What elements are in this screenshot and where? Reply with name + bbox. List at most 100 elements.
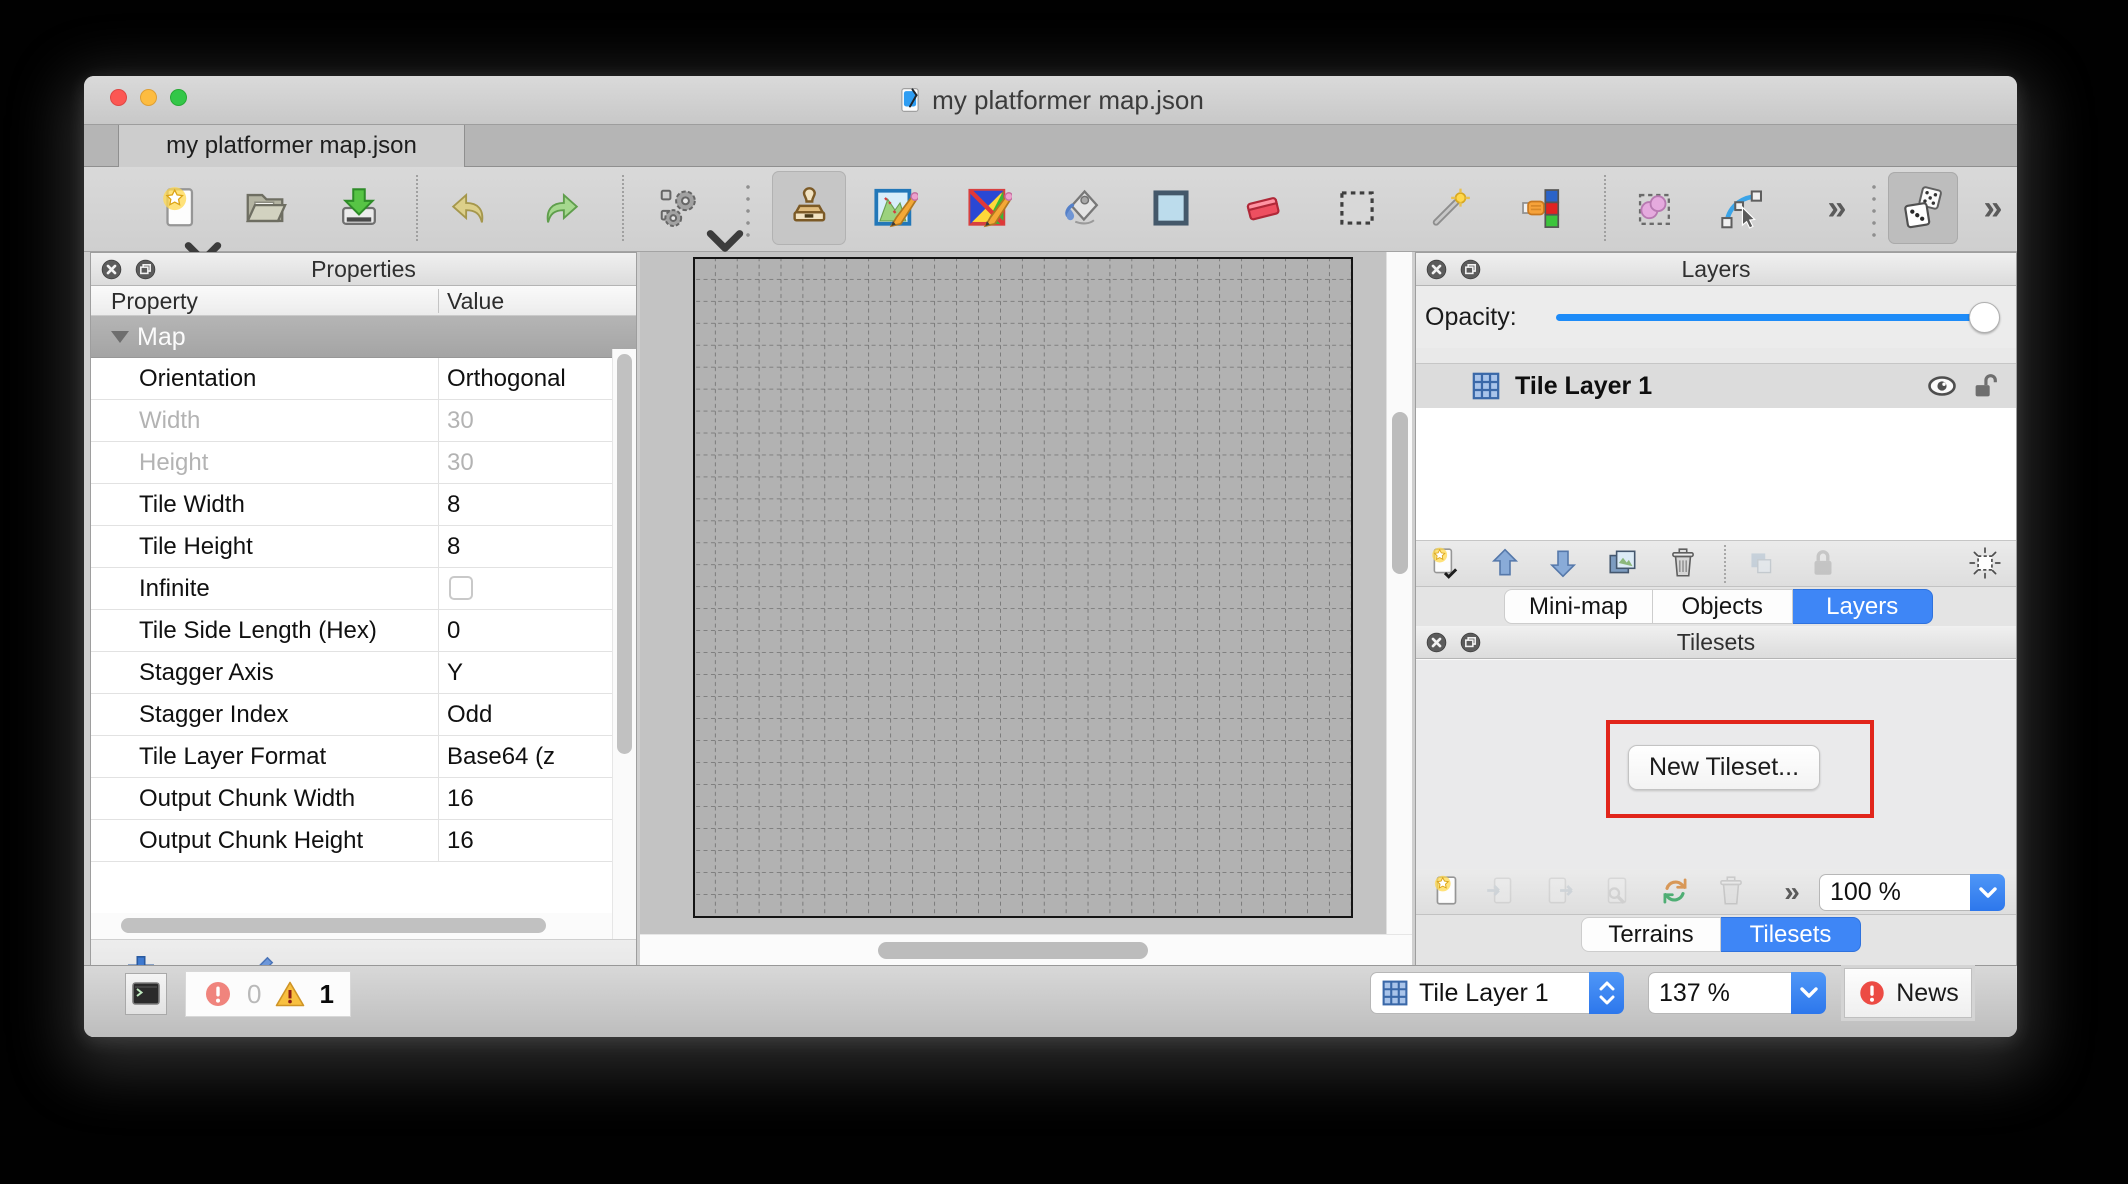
issues-indicator[interactable]: 0 1 bbox=[185, 971, 351, 1017]
redo-icon[interactable] bbox=[532, 179, 590, 237]
tab-layers[interactable]: Layers bbox=[1793, 589, 1933, 624]
delete-layer-icon[interactable] bbox=[1666, 546, 1706, 582]
property-value[interactable]: Base64 (z bbox=[447, 743, 607, 771]
property-row[interactable]: Tile Height8 bbox=[91, 526, 636, 568]
opacity-slider[interactable] bbox=[1556, 314, 1996, 321]
property-value[interactable]: Orthogonal bbox=[447, 365, 607, 393]
bucket-fill-icon[interactable] bbox=[1052, 179, 1110, 237]
layer-visible-icon[interactable] bbox=[1926, 370, 1958, 402]
property-group-row[interactable]: Map bbox=[91, 316, 636, 358]
chevron-down-icon[interactable] bbox=[1970, 874, 2005, 911]
edit-polygons-icon[interactable] bbox=[1712, 179, 1770, 237]
tab-tilesets[interactable]: Tilesets bbox=[1721, 917, 1861, 952]
toolbar-overflow-icon[interactable]: » bbox=[1962, 179, 2017, 237]
float-panel-icon[interactable] bbox=[1458, 630, 1483, 655]
reload-tileset-icon[interactable] bbox=[1658, 874, 1698, 910]
float-panel-icon[interactable] bbox=[133, 257, 158, 282]
chevron-down-icon[interactable] bbox=[1791, 972, 1826, 1014]
property-value[interactable]: Y bbox=[447, 659, 607, 687]
opacity-slider-knob[interactable] bbox=[1969, 302, 2000, 333]
property-row[interactable]: Stagger Axis Y bbox=[91, 652, 636, 694]
property-value[interactable]: 16 bbox=[447, 827, 607, 855]
property-row[interactable]: OrientationOrthogonal bbox=[91, 358, 636, 400]
properties-vertical-scrollbar[interactable] bbox=[612, 349, 636, 1037]
new-layer-icon[interactable] bbox=[1428, 546, 1468, 582]
map-vertical-scrollbar[interactable] bbox=[1386, 252, 1412, 934]
eraser-icon[interactable] bbox=[1234, 179, 1292, 237]
map-grid[interactable] bbox=[693, 257, 1353, 918]
property-value[interactable]: 8 bbox=[447, 491, 607, 519]
document-tab[interactable]: my platformer map.json bbox=[118, 125, 465, 167]
spinner-arrows-icon[interactable] bbox=[1589, 972, 1624, 1014]
property-row[interactable]: Infinite bbox=[91, 568, 636, 610]
tileset-zoom-value[interactable]: 100 % bbox=[1819, 874, 1970, 911]
map-zoom-value[interactable]: 137 % bbox=[1648, 972, 1791, 1014]
more-tools-icon[interactable]: » bbox=[1806, 179, 1864, 237]
map-view[interactable] bbox=[640, 252, 1412, 965]
select-objects-icon[interactable] bbox=[1624, 179, 1682, 237]
random-mode-icon[interactable] bbox=[1888, 172, 1958, 244]
news-button[interactable]: News bbox=[1844, 968, 1972, 1018]
undo-icon[interactable] bbox=[440, 179, 498, 237]
map-horizontal-scrollbar[interactable] bbox=[640, 934, 1412, 965]
collapse-triangle-icon[interactable] bbox=[111, 331, 129, 343]
lower-layer-icon[interactable] bbox=[1546, 546, 1586, 582]
terrain-brush-icon[interactable] bbox=[866, 179, 924, 237]
magic-wand-icon[interactable] bbox=[1420, 179, 1478, 237]
property-row[interactable]: Width30 bbox=[91, 400, 636, 442]
tileset-zoom-combo[interactable]: 100 % bbox=[1819, 874, 2005, 911]
duplicate-layer-icon[interactable] bbox=[1606, 546, 1646, 582]
property-value[interactable]: 30 bbox=[447, 449, 607, 477]
tab-objects[interactable]: Objects bbox=[1653, 589, 1793, 624]
scrollbar-thumb[interactable] bbox=[1392, 412, 1408, 574]
chevron-down-icon[interactable] bbox=[702, 219, 724, 233]
new-tileset-button[interactable]: New Tileset... bbox=[1628, 745, 1820, 790]
new-tileset-icon[interactable] bbox=[1430, 874, 1470, 910]
tileset-brush-icon[interactable] bbox=[960, 179, 1018, 237]
property-value[interactable]: 16 bbox=[447, 785, 607, 813]
infinite-checkbox[interactable] bbox=[449, 576, 473, 600]
console-button[interactable] bbox=[125, 973, 167, 1015]
property-row[interactable]: Tile Layer FormatBase64 (z bbox=[91, 736, 636, 778]
property-label: Stagger Axis bbox=[139, 659, 274, 687]
tileset-overflow-icon[interactable]: » bbox=[1770, 874, 1810, 910]
property-row[interactable]: Tile Width8 bbox=[91, 484, 636, 526]
property-value[interactable]: 30 bbox=[447, 407, 607, 435]
property-value[interactable]: 8 bbox=[447, 533, 607, 561]
tab-mini-map[interactable]: Mini-map bbox=[1504, 589, 1653, 624]
chevron-down-icon[interactable] bbox=[180, 231, 202, 245]
close-panel-icon[interactable] bbox=[1424, 257, 1449, 282]
open-file-icon[interactable] bbox=[236, 179, 294, 237]
lock-other-layers-icon bbox=[1806, 546, 1846, 582]
scrollbar-thumb[interactable] bbox=[878, 942, 1148, 959]
raise-layer-icon[interactable] bbox=[1488, 546, 1528, 582]
float-panel-icon[interactable] bbox=[1458, 257, 1483, 282]
layer-row[interactable]: Tile Layer 1 bbox=[1416, 364, 2016, 408]
layer-unlocked-icon[interactable] bbox=[1970, 371, 2000, 401]
property-value[interactable]: Odd bbox=[447, 701, 607, 729]
property-row[interactable]: Height30 bbox=[91, 442, 636, 484]
properties-horizontal-scrollbar[interactable] bbox=[91, 913, 612, 939]
property-value[interactable]: 0 bbox=[447, 617, 607, 645]
tab-terrains[interactable]: Terrains bbox=[1581, 917, 1721, 952]
automapping-icon[interactable] bbox=[650, 179, 708, 237]
property-row[interactable]: Output Chunk Width16 bbox=[91, 778, 636, 820]
current-layer-combo[interactable]: Tile Layer 1 bbox=[1370, 972, 1624, 1014]
close-panel-icon[interactable] bbox=[99, 257, 124, 282]
stamp-brush-icon[interactable] bbox=[772, 171, 846, 245]
property-row[interactable]: Output Chunk Height16 bbox=[91, 820, 636, 862]
select-same-tile-icon[interactable] bbox=[1512, 179, 1570, 237]
scrollbar-thumb[interactable] bbox=[617, 354, 632, 754]
property-row[interactable]: Stagger IndexOdd bbox=[91, 694, 636, 736]
save-file-icon[interactable] bbox=[330, 179, 388, 237]
property-row[interactable]: Tile Side Length (Hex)0 bbox=[91, 610, 636, 652]
scrollbar-thumb[interactable] bbox=[121, 918, 546, 933]
new-map-icon[interactable] bbox=[150, 179, 208, 237]
rectangular-select-icon[interactable] bbox=[1328, 179, 1386, 237]
map-zoom-combo[interactable]: 137 % bbox=[1648, 972, 1826, 1014]
close-panel-icon[interactable] bbox=[1424, 630, 1449, 655]
shape-fill-icon[interactable] bbox=[1142, 179, 1200, 237]
current-layer-value: Tile Layer 1 bbox=[1419, 979, 1549, 1008]
properties-column-header[interactable]: Property Value bbox=[91, 286, 636, 316]
highlight-current-layer-icon[interactable] bbox=[1968, 546, 2008, 582]
